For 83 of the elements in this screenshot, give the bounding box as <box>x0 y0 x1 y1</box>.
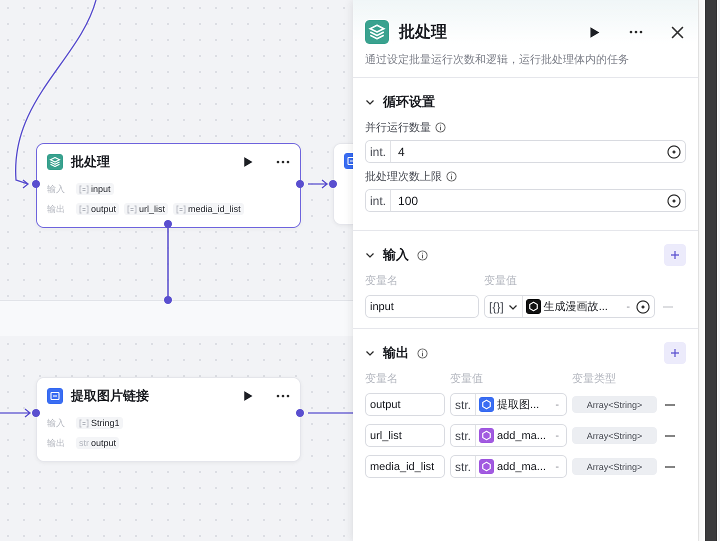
workflow-node[interactable] <box>333 143 353 225</box>
array-type-icon <box>79 184 89 194</box>
node-title: 提取图片链接 <box>71 387 150 405</box>
plus-icon <box>670 250 680 260</box>
port-dot[interactable] <box>32 409 40 417</box>
variable-picker-icon[interactable] <box>667 194 681 208</box>
info-icon <box>417 348 428 358</box>
output-label: 输出 <box>47 436 66 450</box>
column-header: 变量名 <box>365 372 399 387</box>
column-header: 变量值 <box>450 372 484 387</box>
more-icon[interactable] <box>276 160 290 164</box>
panel-title: 批处理 <box>399 22 448 42</box>
number-field[interactable]: int. 4 <box>365 140 686 163</box>
connector-arrow <box>0 408 32 418</box>
parameter-tag: media_id_list <box>173 203 244 215</box>
column-header: 变量类型 <box>572 372 617 387</box>
array-type-icon <box>127 204 138 214</box>
play-icon[interactable] <box>588 26 601 38</box>
variable-value-field[interactable]: str. add_ma... - <box>450 455 567 478</box>
play-icon[interactable] <box>242 156 254 168</box>
type-tag: Array<String> <box>572 458 657 475</box>
more-icon[interactable] <box>276 394 290 398</box>
column-header: 变量值 <box>484 274 518 289</box>
section-title: 输入 <box>383 246 409 264</box>
port-dot[interactable] <box>164 296 172 304</box>
minus-icon <box>665 434 675 436</box>
play-icon[interactable] <box>242 390 254 402</box>
port-dot[interactable] <box>296 180 304 188</box>
plus-icon <box>670 348 680 358</box>
variable-name-field[interactable]: media_id_list <box>365 455 445 478</box>
variable-value-field[interactable]: str. 提取图... - <box>450 393 567 416</box>
layers-icon <box>365 20 389 44</box>
variable-name-field[interactable]: output <box>365 393 445 416</box>
add-button[interactable] <box>664 342 686 364</box>
code-icon <box>47 388 63 404</box>
variable-name-field[interactable]: input <box>365 295 479 318</box>
connector-line <box>308 412 353 414</box>
section-title: 循环设置 <box>383 93 435 111</box>
number-field[interactable]: int. 100 <box>365 189 686 212</box>
chevron-icon[interactable] <box>365 348 375 358</box>
chevron-icon[interactable] <box>365 250 375 260</box>
minus-icon <box>665 404 675 406</box>
parameter-tag: url_list <box>124 203 168 215</box>
input-label: 输入 <box>47 416 66 430</box>
array-type-icon <box>79 418 89 428</box>
port-dot[interactable] <box>32 180 40 188</box>
close-icon[interactable] <box>671 26 684 38</box>
field-label: 批处理次数上限 <box>365 170 442 184</box>
type-tag: Array<String> <box>572 427 657 444</box>
workflow-node[interactable]: 批处理 输入 input 输出 output url_list media_id_list <box>36 143 301 228</box>
type-tag: Array<String> <box>572 396 657 413</box>
scrollbar[interactable] <box>705 0 717 541</box>
more-icon[interactable] <box>629 30 643 34</box>
info-icon <box>435 122 446 133</box>
field-label: 并行运行数量 <box>365 120 431 135</box>
connector-arrow <box>307 179 328 189</box>
parameter-tag: str output <box>76 437 120 449</box>
parameter-tag: String1 <box>76 417 123 429</box>
column-header: 变量名 <box>365 274 399 289</box>
variable-value-field[interactable]: str. add_ma... - <box>450 424 567 447</box>
output-label: 输出 <box>47 202 66 216</box>
port-dot[interactable] <box>296 409 304 417</box>
info-icon <box>446 171 457 182</box>
node-title: 批处理 <box>71 153 111 171</box>
port-dot[interactable] <box>329 180 337 188</box>
add-button[interactable] <box>664 244 686 266</box>
parameter-tag: output <box>76 203 120 215</box>
variable-value-field[interactable]: [{}] 生成漫画故... - <box>484 295 655 318</box>
workflow-node[interactable]: 提取图片链接 输入 String1 输出 str output <box>36 377 301 462</box>
panel-description: 通过设定批量运行次数和逻辑，运行批处理体内的任务 <box>353 44 698 78</box>
minus-icon <box>663 306 673 308</box>
info-icon <box>417 250 428 260</box>
array-type-icon <box>79 204 89 214</box>
variable-picker-icon[interactable] <box>667 144 681 158</box>
array-type-icon <box>176 204 186 214</box>
variable-picker-icon[interactable] <box>636 300 650 314</box>
layers-icon <box>47 154 63 170</box>
parameter-tag: input <box>76 183 114 195</box>
chevron-icon[interactable] <box>365 97 375 107</box>
input-label: 输入 <box>47 182 66 196</box>
section-title: 输出 <box>383 344 409 362</box>
minus-icon <box>665 466 675 468</box>
variable-name-field[interactable]: url_list <box>365 424 445 447</box>
